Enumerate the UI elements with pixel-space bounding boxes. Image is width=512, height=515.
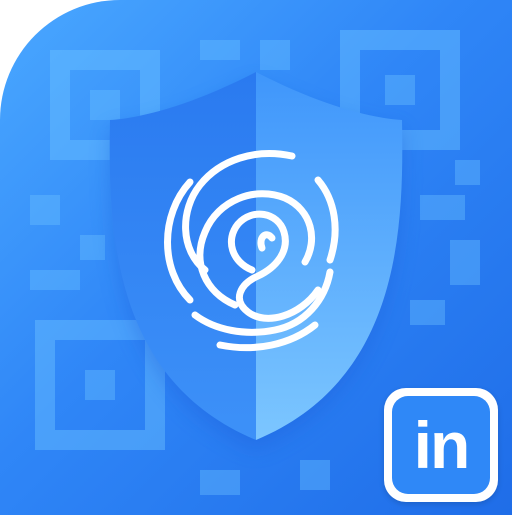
- linkedin-badge-icon[interactable]: in: [384, 388, 498, 502]
- linkedin-badge-inner: in: [392, 396, 490, 494]
- app-icon-tile: in: [0, 0, 512, 515]
- linkedin-badge-label: in: [413, 408, 471, 482]
